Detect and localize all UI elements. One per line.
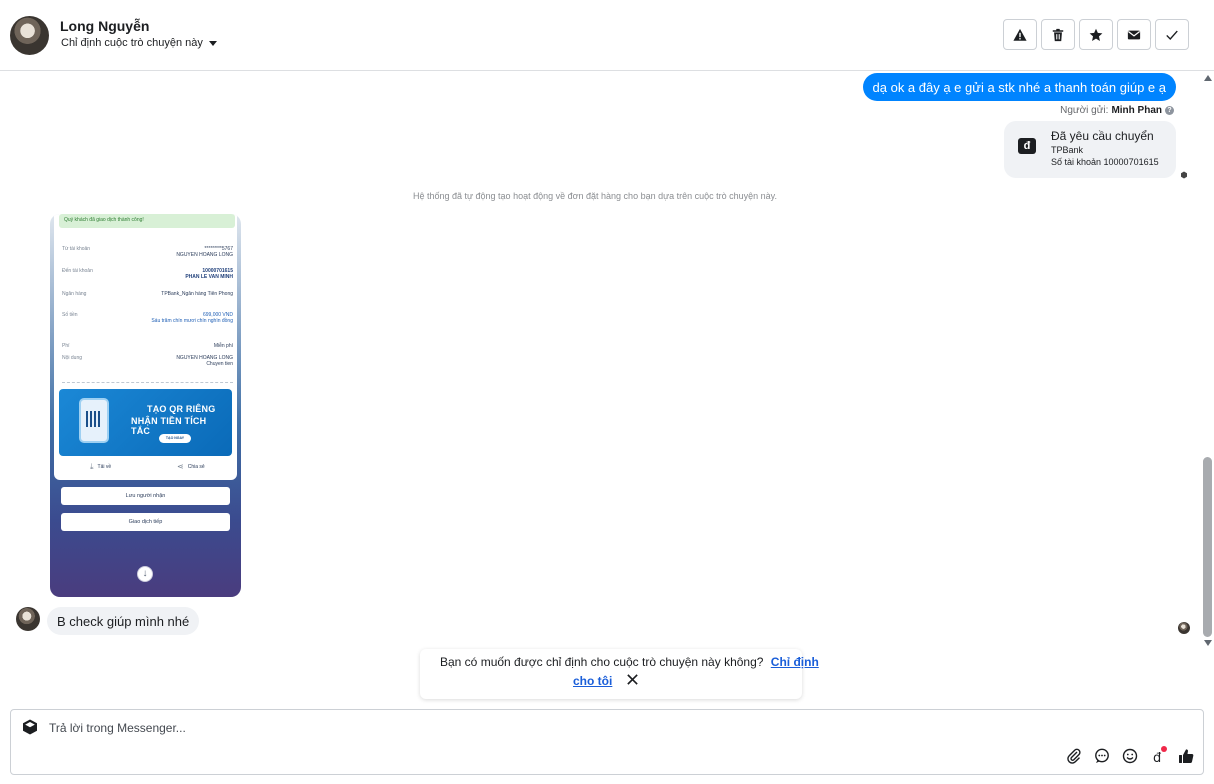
receipt-row: Ngân hàng TPBank_Ngân hàng Tiên Phong bbox=[62, 291, 233, 297]
receipt-value: 10000701615 PHAN LE VAN MINH bbox=[185, 268, 233, 280]
download-label: Tải về bbox=[97, 464, 112, 470]
payment-title: Đã yêu cầu chuyển bbox=[1051, 129, 1154, 143]
receipt-value: *********5767 NGUYEN HOANG LONG bbox=[176, 246, 233, 258]
outgoing-message: dạ ok a đây ạ e gửi a stk nhé a thanh to… bbox=[862, 73, 1176, 101]
thumbs-up-icon bbox=[1179, 749, 1194, 764]
receipt-row: Số tiền 699,000 VND Sáu trăm chín mươi c… bbox=[62, 312, 233, 324]
assign-to-me-link[interactable]: Chỉ định bbox=[771, 655, 819, 669]
promo-button: TẠO NGAY bbox=[159, 434, 191, 443]
delete-button[interactable] bbox=[1041, 19, 1075, 50]
receipt-row: Phí Miễn phí bbox=[62, 343, 233, 349]
help-icon[interactable]: ? bbox=[1165, 106, 1174, 115]
arrow-down-icon: ↓ bbox=[137, 566, 153, 582]
receipt-row: Nội dung NGUYEN HOANG LONG Chuyen tien bbox=[62, 355, 233, 367]
receipt-save-recipient: Lưu người nhận bbox=[61, 487, 230, 505]
page-logo-icon bbox=[22, 719, 38, 735]
receipt-success-banner: Quý khách đã giao dịch thành công! bbox=[59, 214, 235, 228]
trash-icon bbox=[1052, 28, 1064, 41]
thread-header: Long Nguyễn Chỉ định cuộc trò chuyện này bbox=[0, 0, 1214, 71]
page-logo-seen-icon bbox=[1180, 166, 1188, 179]
receipt-label: Nội dung bbox=[62, 355, 83, 361]
warning-icon bbox=[1013, 28, 1027, 41]
contact-avatar-small[interactable] bbox=[16, 607, 40, 631]
mark-done-button[interactable] bbox=[1155, 19, 1189, 50]
download-icon: ⤓ bbox=[90, 462, 94, 471]
promo-title-2: NHẬN TIỀN TÍCH TẮC bbox=[131, 416, 207, 436]
smiley-icon bbox=[1122, 748, 1138, 764]
receipt-value: NGUYEN HOANG LONG Chuyen tien bbox=[176, 355, 233, 367]
scroll-down-icon[interactable] bbox=[1204, 640, 1212, 646]
receipt-value: 699,000 VND Sáu trăm chín mươi chín nghì… bbox=[151, 312, 233, 324]
scroll-up-icon[interactable] bbox=[1204, 75, 1212, 81]
payment-account: Số tài khoản 10000701615 bbox=[1051, 157, 1159, 167]
thread-toolbar bbox=[1003, 19, 1189, 50]
composer-tools: đ bbox=[1065, 746, 1195, 765]
receipt-label: Phí bbox=[62, 343, 70, 349]
svg-text:đ: đ bbox=[1153, 751, 1162, 764]
contact-avatar[interactable] bbox=[10, 16, 49, 55]
qr-promo-banner: TẠO QR RIÊNG NHẬN TIỀN TÍCH TẮC TẠO NGAY bbox=[59, 389, 232, 456]
mark-spam-button[interactable] bbox=[1003, 19, 1037, 50]
star-icon bbox=[1089, 28, 1103, 41]
caret-down-icon bbox=[208, 41, 217, 46]
promo-title-1: TẠO QR RIÊNG bbox=[147, 404, 216, 414]
sender-info: Người gửi: Minh Phan ? bbox=[1060, 105, 1174, 116]
incoming-message: B check giúp mình nhé bbox=[47, 607, 200, 635]
receipt-download: ⤓ Tải về bbox=[90, 462, 111, 472]
receipt-label: Đến tài khoản bbox=[62, 268, 93, 274]
payment-bank: TPBank bbox=[1051, 145, 1084, 155]
receipt-label: Số tiền bbox=[62, 312, 78, 318]
paperclip-icon bbox=[1067, 748, 1081, 764]
receipt-row: Đến tài khoản 10000701615 PHAN LE VAN MI… bbox=[62, 268, 233, 280]
receipt-divider bbox=[62, 382, 233, 383]
assign-to-me-link-cont[interactable]: cho tôi bbox=[573, 674, 612, 688]
qr-phone-icon bbox=[79, 398, 109, 443]
receipt-label: Từ tài khoản bbox=[62, 246, 91, 252]
transfer-receipt-image[interactable]: Quý khách đã giao dịch thành công! Từ tà… bbox=[50, 214, 241, 597]
like-button[interactable] bbox=[1177, 747, 1195, 765]
reply-composer: đ bbox=[10, 709, 1204, 775]
receipt-value: Miễn phí bbox=[213, 343, 233, 349]
chat-bubble-icon bbox=[1095, 748, 1109, 763]
assign-prompt-line: Bạn có muốn được chỉ định cho cuộc trò c… bbox=[440, 655, 819, 669]
payment-button[interactable]: đ bbox=[1149, 746, 1167, 765]
payment-request-card[interactable]: đ Đã yêu cầu chuyển TPBank Số tài khoản … bbox=[1004, 121, 1176, 178]
share-icon: ⋖ bbox=[177, 462, 184, 471]
share-label: Chia sẻ bbox=[187, 463, 205, 470]
receipt-row: Từ tài khoản *********5767 NGUYEN HOANG … bbox=[62, 246, 233, 258]
check-icon bbox=[1166, 30, 1178, 40]
receipt-sheet: Quý khách đã giao dịch thành công! Từ tà… bbox=[54, 214, 237, 480]
envelope-icon bbox=[1127, 30, 1141, 39]
receipt-value: TPBank_Ngân hàng Tiên Phong bbox=[161, 291, 233, 297]
contact-name[interactable]: Long Nguyễn bbox=[60, 18, 149, 34]
assign-prompt: Bạn có muốn được chỉ định cho cuộc trò c… bbox=[420, 649, 819, 699]
attach-button[interactable] bbox=[1065, 747, 1083, 765]
saved-replies-button[interactable] bbox=[1093, 747, 1111, 765]
inbox-thread: Long Nguyễn Chỉ định cuộc trò chuyện này bbox=[0, 0, 1214, 784]
message-list[interactable]: dạ ok a đây ạ e gửi a stk nhé a thanh to… bbox=[0, 71, 1201, 651]
read-receipt-avatar bbox=[1178, 622, 1190, 634]
receipt-label: Ngân hàng bbox=[62, 291, 87, 297]
close-icon[interactable] bbox=[626, 673, 639, 686]
reply-input[interactable] bbox=[49, 718, 949, 738]
dong-icon: đ bbox=[1018, 138, 1036, 154]
star-button[interactable] bbox=[1079, 19, 1113, 50]
conversation-scrollbar[interactable] bbox=[1201, 71, 1214, 651]
assign-conversation-dropdown[interactable]: Chỉ định cuộc trò chuyện này bbox=[61, 37, 217, 49]
scroll-thumb[interactable] bbox=[1203, 457, 1212, 637]
sender-prefix: Người gửi: bbox=[1060, 105, 1109, 116]
mark-unread-button[interactable] bbox=[1117, 19, 1151, 50]
assign-label: Chỉ định cuộc trò chuyện này bbox=[61, 37, 203, 49]
receipt-actions: ⤓ Tải về ⋖ Chia sẻ bbox=[62, 462, 233, 476]
sender-name: Minh Phan bbox=[1111, 105, 1162, 116]
receipt-continue: Giao dịch tiếp bbox=[61, 513, 230, 531]
emoji-button[interactable] bbox=[1121, 747, 1139, 765]
receipt-share: ⋖ Chia sẻ bbox=[177, 462, 205, 471]
system-note: Hệ thống đã tự động tạo hoạt động về đơn… bbox=[412, 191, 778, 201]
notification-dot bbox=[1161, 746, 1167, 752]
assign-question: Bạn có muốn được chỉ định cho cuộc trò c… bbox=[440, 655, 764, 669]
